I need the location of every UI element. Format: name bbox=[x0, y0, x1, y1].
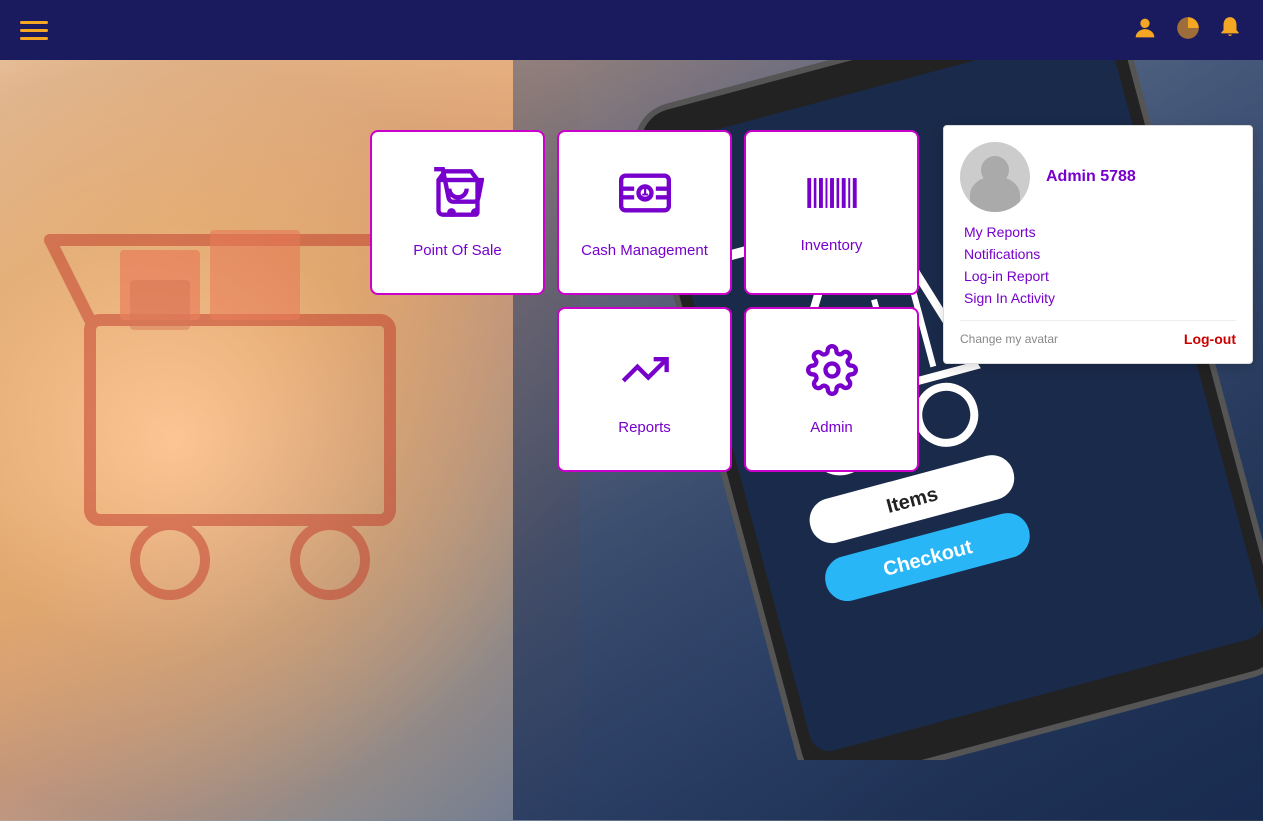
cash-icon: ① bbox=[619, 167, 671, 228]
hamburger-menu[interactable] bbox=[20, 21, 48, 40]
main-content: Point Of Sale ① Cash Management bbox=[0, 60, 1263, 821]
sign-in-activity-link[interactable]: Sign In Activity bbox=[964, 290, 1236, 306]
login-report-link[interactable]: Log-in Report bbox=[964, 268, 1236, 284]
tile-reports-label: Reports bbox=[618, 419, 671, 436]
tile-admin[interactable]: Admin bbox=[744, 307, 919, 472]
tile-cash-label: Cash Management bbox=[581, 242, 708, 259]
cart-icon bbox=[432, 167, 484, 228]
tile-point-of-sale[interactable]: Point Of Sale bbox=[370, 130, 545, 295]
navbar bbox=[0, 0, 1263, 60]
tile-inventory[interactable]: Inventory bbox=[744, 130, 919, 295]
nav-icons bbox=[1131, 14, 1243, 46]
tiles-row2: Reports Admin bbox=[557, 307, 919, 472]
svg-text:①: ① bbox=[637, 181, 653, 201]
notifications-link[interactable]: Notifications bbox=[964, 246, 1236, 262]
tile-pos-label: Point Of Sale bbox=[413, 242, 501, 259]
hamburger-line-1 bbox=[20, 21, 48, 24]
pie-chart-icon[interactable] bbox=[1175, 15, 1201, 46]
my-reports-link[interactable]: My Reports bbox=[964, 224, 1236, 240]
dropdown-links: My Reports Notifications Log-in Report S… bbox=[960, 224, 1236, 306]
change-avatar-link[interactable]: Change my avatar bbox=[960, 332, 1058, 346]
dropdown-header: Admin 5788 bbox=[960, 142, 1236, 212]
reports-chart-icon bbox=[619, 344, 671, 405]
avatar-head bbox=[981, 156, 1009, 184]
tile-inventory-label: Inventory bbox=[801, 237, 863, 254]
avatar bbox=[960, 142, 1030, 212]
gear-icon bbox=[806, 344, 858, 405]
user-dropdown: Admin 5788 My Reports Notifications Log-… bbox=[943, 125, 1253, 364]
hamburger-line-3 bbox=[20, 37, 48, 40]
tile-cash-management[interactable]: ① Cash Management bbox=[557, 130, 732, 295]
tile-reports[interactable]: Reports bbox=[557, 307, 732, 472]
barcode-icon bbox=[806, 172, 858, 223]
logout-button[interactable]: Log-out bbox=[1184, 331, 1236, 347]
tile-admin-label: Admin bbox=[810, 419, 853, 436]
hamburger-line-2 bbox=[20, 29, 48, 32]
dropdown-footer: Change my avatar Log-out bbox=[960, 320, 1236, 347]
user-icon[interactable] bbox=[1131, 14, 1159, 46]
dropdown-username: Admin 5788 bbox=[1046, 168, 1136, 186]
bell-icon[interactable] bbox=[1217, 15, 1243, 46]
